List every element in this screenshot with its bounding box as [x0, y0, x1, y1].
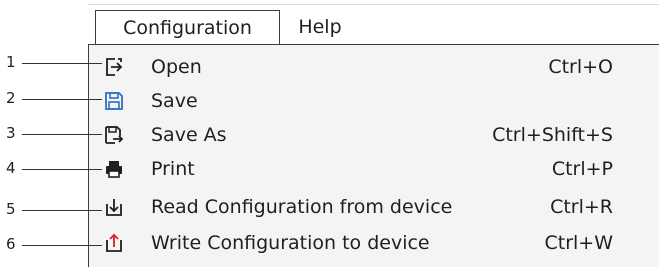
screenshot-canvas: Configuration Help Open Ctrl+O Save Save… [0, 0, 659, 267]
callout-line [22, 169, 102, 170]
write-config-icon [103, 232, 125, 254]
callout-number: 3 [6, 124, 16, 142]
menu-item-label: Read Configuration from device [151, 196, 453, 218]
menu-item-print[interactable]: Print Ctrl+P [89, 151, 659, 187]
open-icon [103, 56, 125, 78]
read-config-icon [103, 196, 125, 218]
callout-line [22, 245, 102, 246]
callout-number: 5 [6, 200, 16, 218]
callout-line [22, 134, 102, 135]
menu-item-shortcut: Ctrl+O [548, 56, 613, 78]
menu-bar: Configuration Help [88, 10, 659, 46]
callout-line [22, 99, 102, 100]
callout-number: 6 [6, 235, 16, 253]
print-icon [103, 158, 125, 180]
callout-line [22, 63, 102, 64]
menu-item-shortcut: Ctrl+Shift+S [492, 124, 613, 146]
menu-item-label: Save [151, 90, 198, 112]
menu-item-save-as[interactable]: Save As Ctrl+Shift+S [89, 117, 659, 153]
save-as-icon [103, 124, 125, 146]
menu-item-shortcut: Ctrl+R [550, 196, 613, 218]
configuration-dropdown: Open Ctrl+O Save Save As Ctrl+Shift+S Pr… [88, 44, 659, 267]
menu-item-read-configuration[interactable]: Read Configuration from device Ctrl+R [89, 189, 659, 225]
menu-item-label: Save As [151, 124, 227, 146]
menu-configuration[interactable]: Configuration [95, 10, 280, 44]
save-icon [103, 90, 125, 112]
menu-item-save[interactable]: Save [89, 83, 659, 119]
menu-item-shortcut: Ctrl+W [544, 232, 613, 254]
menu-item-shortcut: Ctrl+P [551, 158, 613, 180]
menu-item-label: Write Configuration to device [151, 232, 430, 254]
menu-item-label: Open [151, 56, 202, 78]
menu-help[interactable]: Help [285, 10, 355, 44]
menu-item-open[interactable]: Open Ctrl+O [89, 49, 659, 85]
menu-item-label: Print [151, 158, 195, 180]
callout-number: 4 [6, 159, 16, 177]
callout-number: 1 [6, 53, 16, 71]
callout-number: 2 [6, 89, 16, 107]
window-top-border [88, 4, 659, 5]
menu-item-write-configuration[interactable]: Write Configuration to device Ctrl+W [89, 225, 659, 261]
callout-line [22, 210, 102, 211]
